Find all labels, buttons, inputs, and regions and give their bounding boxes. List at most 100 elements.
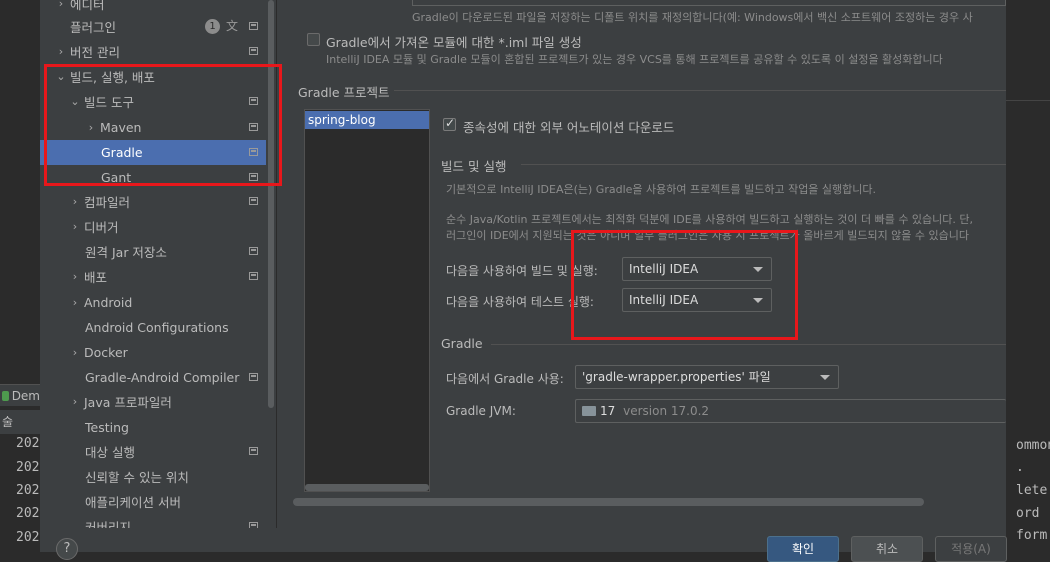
settings-dialog: › 에디터 플러그인 1 文 › 버전 관리 ⌄ 빌드, 실행, 배포 ⌄ 빌드… bbox=[40, 0, 1007, 562]
ok-button[interactable]: 확인 bbox=[767, 536, 839, 562]
tree-item-label: Maven bbox=[100, 120, 142, 135]
generate-iml-checkbox[interactable] bbox=[307, 33, 320, 46]
chevron-down-icon: ⌄ bbox=[56, 70, 66, 83]
tree-item-android-configurations[interactable]: Android Configurations bbox=[40, 315, 266, 340]
console-log-line: 202 bbox=[16, 506, 40, 521]
console-text: ord bbox=[1016, 506, 1040, 521]
tree-item-label: 컴파일러 bbox=[84, 195, 131, 210]
combo-value: IntelliJ IDEA bbox=[629, 293, 699, 307]
tree-item-deployment[interactable]: › 배포 bbox=[40, 264, 266, 289]
chevron-right-icon: › bbox=[72, 195, 78, 208]
tree-item-label: 배포 bbox=[84, 270, 108, 285]
tree-item-build-tools[interactable]: ⌄ 빌드 도구 bbox=[40, 89, 266, 114]
generate-iml-description: IntelliJ IDEA 모듈 및 Gradle 모듈이 혼합된 프로젝트가 … bbox=[326, 53, 943, 66]
download-annotations-checkbox[interactable] bbox=[443, 116, 456, 131]
tree-item-label: 애플리케이션 서버 bbox=[85, 495, 181, 510]
run-icon bbox=[2, 390, 9, 401]
update-count-badge: 1 bbox=[205, 19, 220, 34]
tree-item-build-execution-deployment[interactable]: ⌄ 빌드, 실행, 배포 bbox=[40, 64, 266, 89]
project-scope-icon bbox=[249, 123, 258, 131]
ide-divider bbox=[1006, 90, 1050, 101]
tree-item-label: Java 프로파일러 bbox=[84, 395, 172, 410]
gradle-jvm-label: Gradle JVM: bbox=[446, 404, 516, 418]
chevron-right-icon: › bbox=[72, 346, 78, 359]
tree-item-coverage[interactable]: 커버리지 bbox=[40, 514, 266, 528]
test-using-combo[interactable]: IntelliJ IDEA bbox=[622, 288, 772, 312]
console-log-line: 202 bbox=[16, 483, 40, 498]
chevron-right-icon: › bbox=[72, 395, 78, 408]
section-separator bbox=[521, 164, 1006, 165]
project-item-spring-blog[interactable]: spring-blog bbox=[305, 111, 429, 129]
gradle-projects-list[interactable]: spring-blog bbox=[304, 109, 430, 492]
tree-item-version-control[interactable]: › 버전 관리 bbox=[40, 39, 266, 64]
tree-item-plugins[interactable]: 플러그인 1 文 bbox=[40, 14, 266, 39]
console-text: . bbox=[1016, 460, 1024, 475]
dropdown-arrow-icon bbox=[820, 375, 830, 380]
tree-item-label: Gradle-Android Compiler bbox=[85, 370, 240, 385]
tree-item-label: 버전 관리 bbox=[70, 45, 120, 60]
tree-item-label: 플러그인 bbox=[70, 20, 117, 35]
tree-item-label: 대상 실행 bbox=[85, 445, 135, 460]
gradle-jvm-combo[interactable]: 17 version 17.0.2 bbox=[575, 399, 1006, 423]
tree-item-gradle-android-compiler[interactable]: Gradle-Android Compiler bbox=[40, 365, 266, 390]
project-scope-icon bbox=[249, 272, 258, 280]
apply-button[interactable]: 적용(A) bbox=[935, 536, 1007, 562]
console-log-line: 202 bbox=[16, 460, 40, 475]
tree-item-label: Android Configurations bbox=[85, 320, 229, 335]
tree-item-gant[interactable]: Gant bbox=[40, 165, 266, 190]
combo-value: 'gradle-wrapper.properties' 파일 bbox=[582, 370, 771, 384]
tree-item-label: 빌드 도구 bbox=[84, 95, 134, 110]
project-scope-icon bbox=[249, 47, 258, 55]
tree-item-maven[interactable]: › Maven bbox=[40, 115, 266, 140]
tree-item-application-servers[interactable]: 애플리케이션 서버 bbox=[40, 489, 266, 514]
ide-background-right bbox=[1006, 0, 1050, 552]
content-horizontal-scrollbar[interactable] bbox=[293, 498, 924, 506]
project-scope-icon bbox=[249, 197, 258, 205]
project-scope-icon bbox=[249, 173, 258, 181]
tree-item-docker[interactable]: › Docker bbox=[40, 340, 266, 365]
build-run-description: 기본적으로 IntelliJ IDEA은(는) Gradle을 사용하여 프로젝… bbox=[446, 183, 877, 196]
jvm-value: 17 bbox=[600, 404, 616, 418]
project-scope-icon bbox=[249, 247, 258, 255]
generate-iml-label: Gradle에서 가져온 모듈에 대한 *.iml 파일 생성 bbox=[326, 35, 582, 50]
section-separator bbox=[394, 90, 1006, 91]
section-separator bbox=[491, 344, 1006, 345]
chevron-right-icon: › bbox=[58, 45, 64, 58]
translate-icon: 文 bbox=[225, 19, 238, 33]
dropdown-arrow-icon bbox=[753, 298, 763, 303]
combo-value: IntelliJ IDEA bbox=[629, 262, 699, 276]
gradle-using-label: 다음에서 Gradle 사용: bbox=[446, 372, 564, 386]
gradle-distribution-combo[interactable]: 'gradle-wrapper.properties' 파일 bbox=[575, 365, 839, 389]
projects-list-scrollbar[interactable] bbox=[305, 484, 429, 491]
build-run-description: 러그인이 IDE에서 지원되는 것은 아니며 일부 플러그인은 사용 시 프로젝… bbox=[446, 229, 970, 242]
chevron-down-icon: ⌄ bbox=[70, 95, 80, 108]
chevron-right-icon: › bbox=[72, 270, 78, 283]
gradle-user-home-description: Gradle이 다운로드된 파일을 저장하는 디폴트 위치를 재정의합니다(예:… bbox=[412, 11, 973, 24]
tree-item-trusted-locations[interactable]: 신뢰할 수 있는 위치 bbox=[40, 464, 266, 489]
console-log-line: 202 bbox=[16, 436, 40, 451]
tree-item-android[interactable]: › Android bbox=[40, 290, 266, 315]
tree-item-java-profiler[interactable]: › Java 프로파일러 bbox=[40, 389, 266, 414]
cancel-button[interactable]: 취소 bbox=[851, 536, 923, 562]
tree-item-debugger[interactable]: › 디버거 bbox=[40, 214, 266, 239]
dropdown-arrow-icon bbox=[753, 267, 763, 272]
tree-item-remote-jar-repositories[interactable]: 원격 Jar 저장소 bbox=[40, 239, 266, 264]
panel-divider[interactable] bbox=[276, 0, 277, 528]
chevron-right-icon: › bbox=[72, 220, 78, 233]
tree-item-label: 빌드, 실행, 배포 bbox=[70, 70, 155, 85]
tree-item-compiler[interactable]: › 컴파일러 bbox=[40, 189, 266, 214]
run-tool-tab[interactable]: Dem bbox=[0, 384, 40, 406]
help-button[interactable]: ? bbox=[56, 538, 78, 560]
chevron-right-icon: › bbox=[58, 0, 64, 10]
tree-item-gradle[interactable]: Gradle bbox=[40, 140, 266, 165]
console-log-line: 202 bbox=[16, 530, 40, 545]
build-run-using-combo[interactable]: IntelliJ IDEA bbox=[622, 257, 772, 281]
gradle-user-home-field[interactable] bbox=[412, 0, 1006, 6]
tree-item-label: Android bbox=[84, 295, 133, 310]
project-scope-icon bbox=[249, 97, 258, 105]
console-text: ommon bbox=[1016, 438, 1050, 453]
tree-item-run-targets[interactable]: 대상 실행 bbox=[40, 439, 266, 464]
console-text: form bbox=[1016, 528, 1048, 543]
tree-item-testing[interactable]: Testing bbox=[40, 415, 266, 440]
tree-scrollbar[interactable] bbox=[268, 0, 274, 408]
